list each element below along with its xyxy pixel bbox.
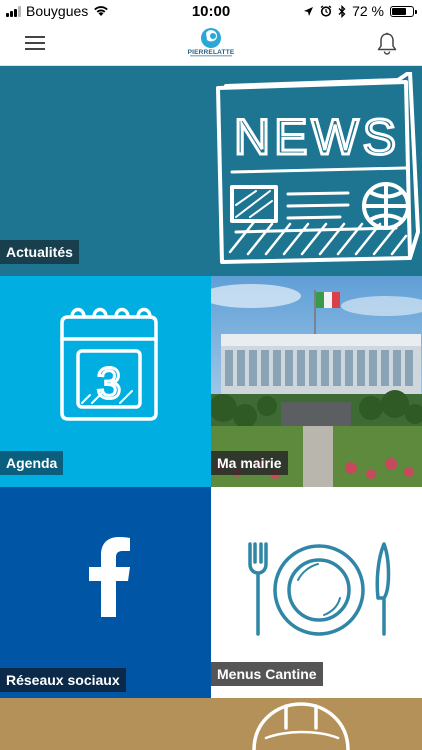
alarm-icon	[320, 5, 332, 17]
newspaper-icon: NEWS	[216, 72, 420, 264]
tile-agenda[interactable]: 3 Agenda	[0, 276, 211, 487]
helmet-icon	[252, 702, 350, 750]
facebook-icon	[89, 537, 130, 617]
tile-label-agenda: Agenda	[0, 451, 64, 475]
tile-ma-mairie[interactable]: Ma mairie	[211, 276, 422, 487]
status-bar: Bouygues 10:00 72 %	[0, 0, 422, 22]
battery-percent: 72 %	[352, 3, 384, 19]
status-right: 72 %	[303, 3, 417, 19]
calendar-day: 3	[97, 359, 121, 408]
news-art-text: NEWS	[234, 109, 400, 165]
tile-label-reseaux-sociaux: Réseaux sociaux	[0, 668, 126, 692]
location-icon	[304, 6, 314, 16]
pierrelatte-logo[interactable]: PIERRELATTE	[185, 25, 237, 63]
bell-icon[interactable]	[376, 32, 398, 56]
battery-level	[392, 7, 407, 15]
tile-label-ma-mairie: Ma mairie	[211, 451, 288, 475]
tile-menus-cantine[interactable]: Menus Cantine	[211, 487, 422, 698]
tile-next[interactable]	[0, 698, 422, 750]
tile-actualites[interactable]: NEWS Actualités	[0, 66, 422, 276]
tile-label-actualites: Actualités	[0, 240, 79, 264]
hamburger-icon[interactable]	[25, 36, 45, 50]
bluetooth-icon	[338, 4, 346, 18]
tile-reseaux-sociaux[interactable]: Réseaux sociaux	[0, 487, 211, 698]
nav-bar: PIERRELATTE	[0, 22, 422, 66]
calendar-icon: 3	[60, 307, 158, 421]
logo-text: PIERRELATTE	[187, 49, 235, 56]
plate-cutlery-icon	[248, 542, 391, 636]
battery-icon	[390, 5, 417, 17]
tile-label-menus-cantine: Menus Cantine	[211, 662, 323, 686]
